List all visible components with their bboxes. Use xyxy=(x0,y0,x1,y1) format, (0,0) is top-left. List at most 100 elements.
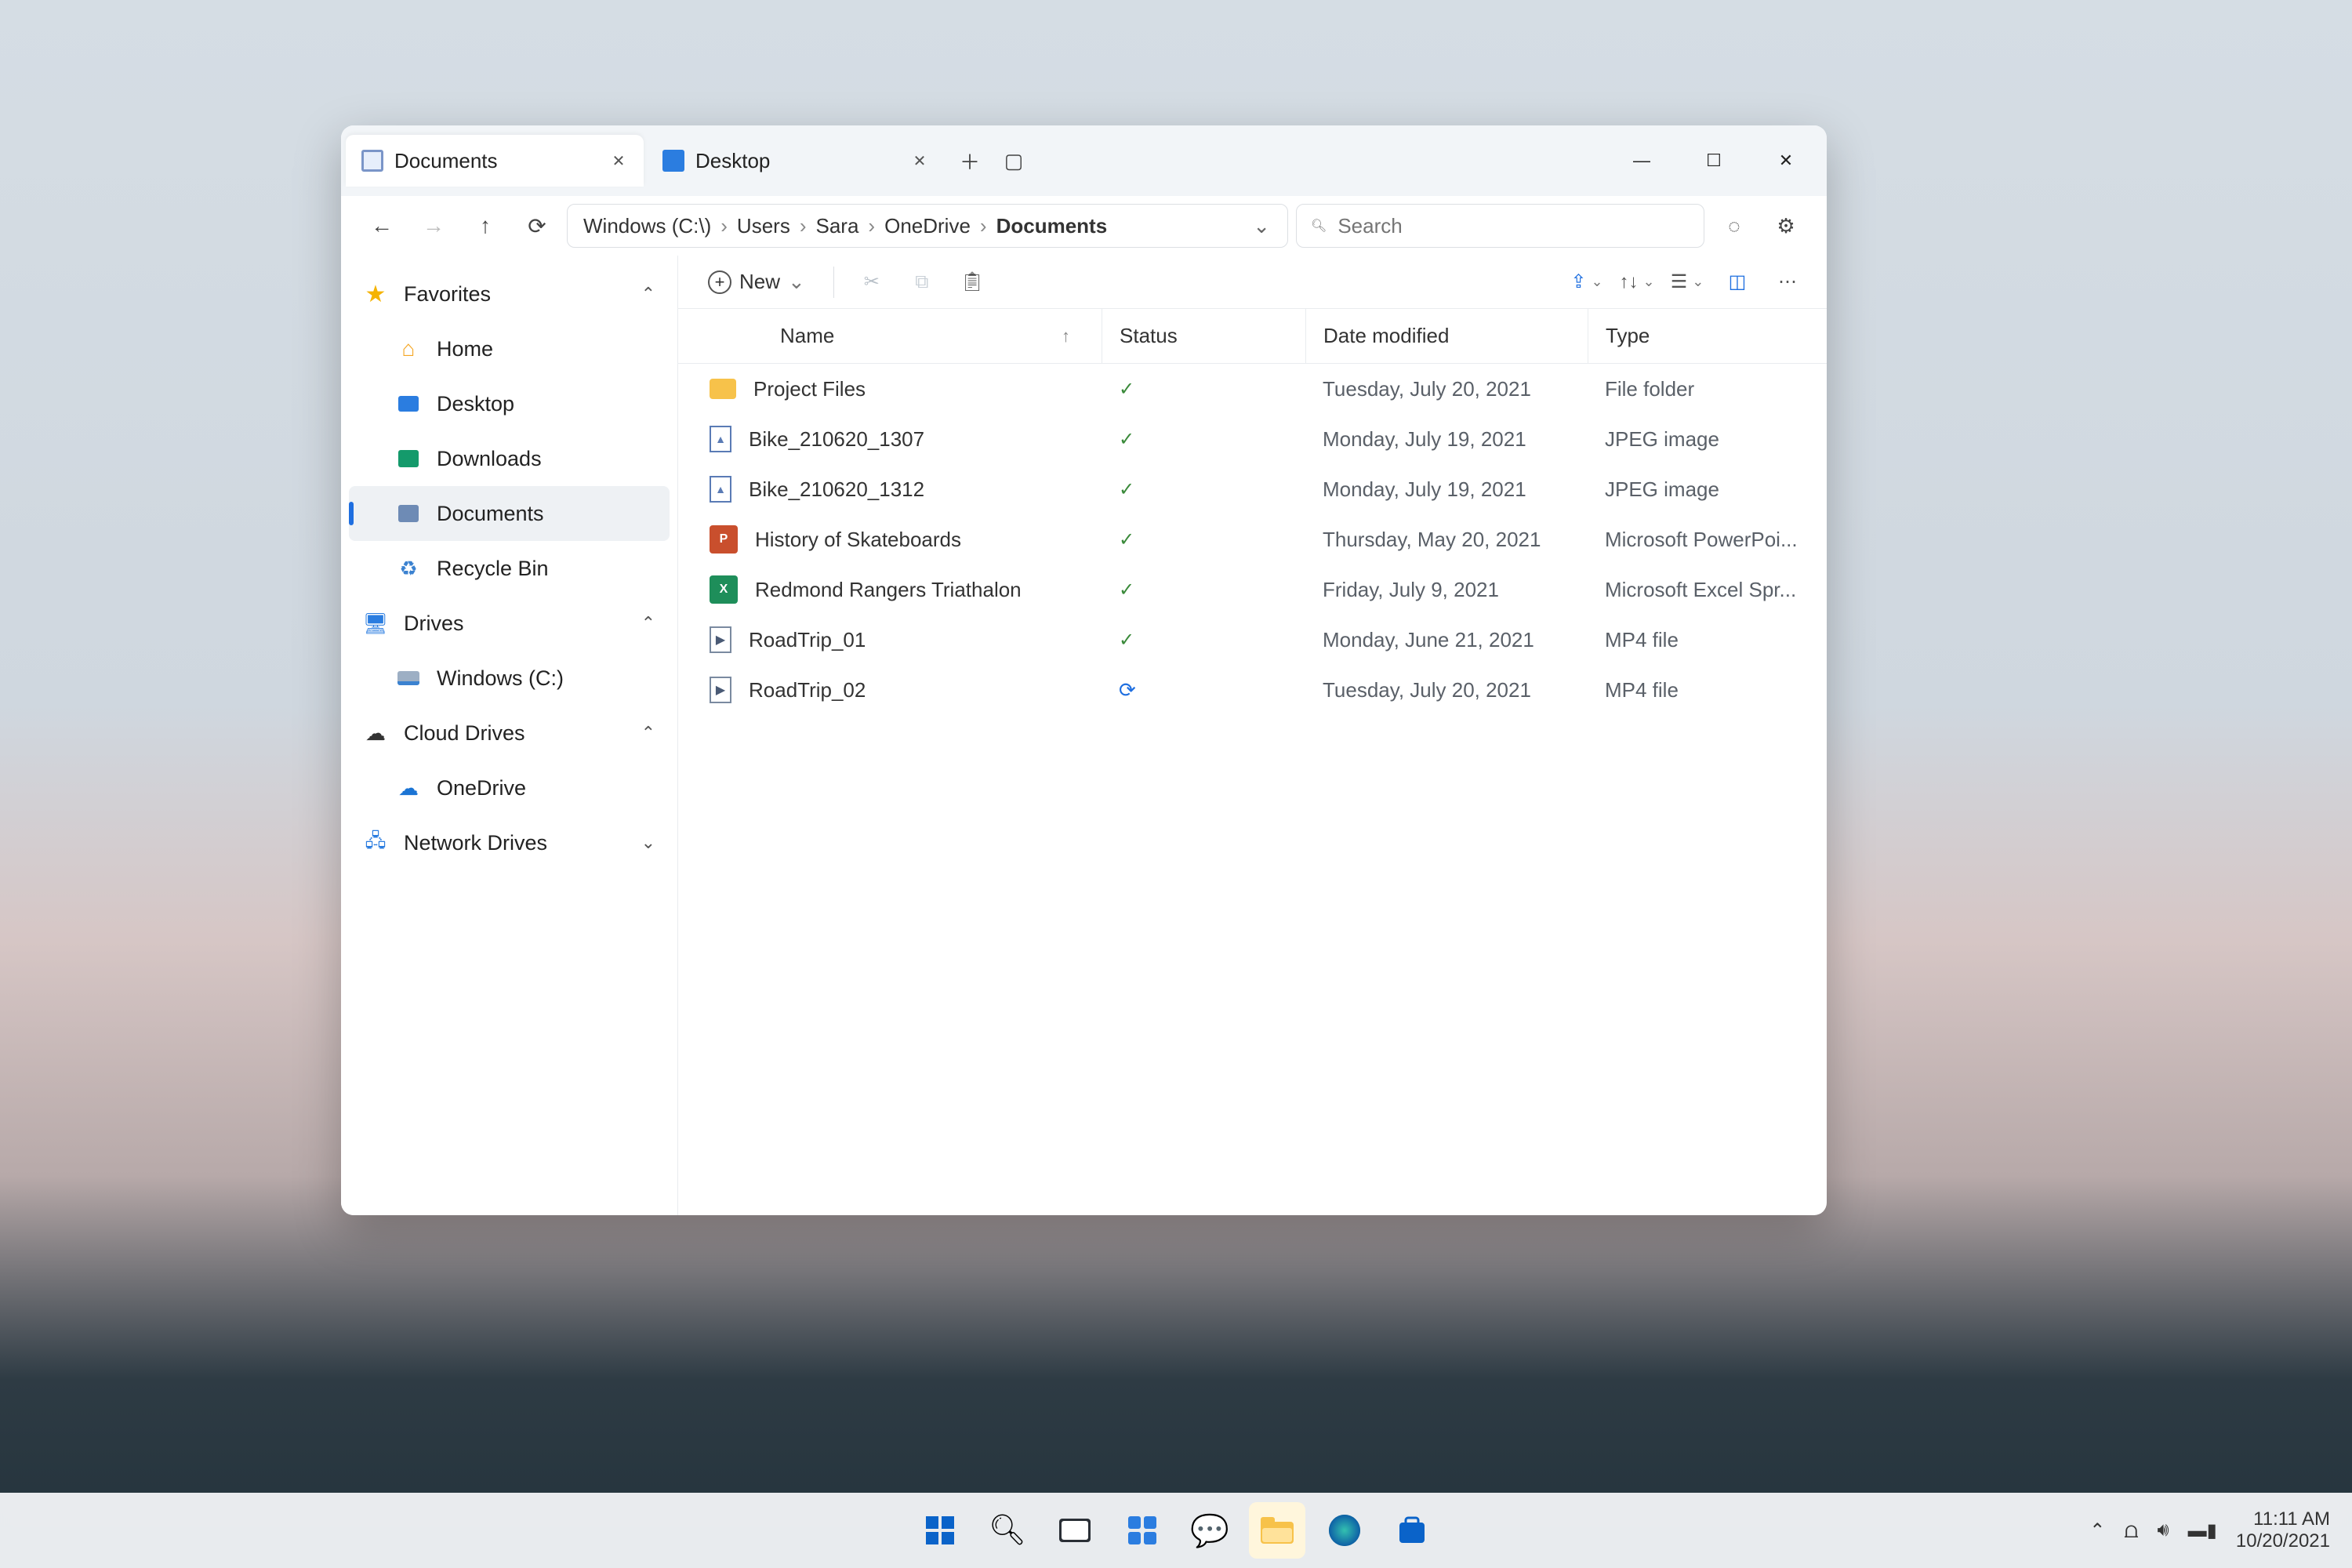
table-row[interactable]: PHistory of Skateboards✓Thursday, May 20… xyxy=(678,514,1827,564)
chat-button[interactable]: 💬 xyxy=(1181,1502,1238,1559)
close-tab-icon[interactable]: ✕ xyxy=(609,151,628,170)
sidebar-item-onedrive[interactable]: ☁ OneDrive xyxy=(349,760,670,815)
column-type[interactable]: Type xyxy=(1588,309,1827,363)
store-button[interactable] xyxy=(1384,1502,1440,1559)
sidebar-item-home[interactable]: ⌂ Home xyxy=(349,321,670,376)
file-type: File folder xyxy=(1588,377,1827,401)
start-button[interactable] xyxy=(912,1502,968,1559)
volume-icon[interactable]: 🔊︎ xyxy=(2158,1519,2169,1541)
desktop-icon xyxy=(662,150,684,172)
breadcrumb-segment[interactable]: OneDrive xyxy=(881,211,974,241)
wifi-icon[interactable]: ⩍ xyxy=(2124,1518,2138,1544)
sidebar-item-documents[interactable]: Documents xyxy=(349,486,670,541)
sidebar-item-downloads[interactable]: Downloads xyxy=(349,431,670,486)
sidebar-item-recycle-bin[interactable]: ♻ Recycle Bin xyxy=(349,541,670,596)
sync-status-icon[interactable]: ◌ xyxy=(1712,204,1756,248)
widgets-button[interactable] xyxy=(1114,1502,1171,1559)
tab-desktop[interactable]: Desktop ✕ xyxy=(647,135,945,187)
task-view-button[interactable] xyxy=(1047,1502,1103,1559)
tray-chevron-icon[interactable]: ⌃ xyxy=(2089,1519,2105,1542)
file-list: Project Files✓Tuesday, July 20, 2021File… xyxy=(678,364,1827,715)
document-icon xyxy=(361,150,383,172)
refresh-button[interactable]: ⟳ xyxy=(515,204,559,248)
settings-icon[interactable]: ⚙ xyxy=(1764,204,1808,248)
chevron-right-icon: › xyxy=(868,214,875,238)
table-row[interactable]: ▲Bike_210620_1312✓Monday, July 19, 2021J… xyxy=(678,464,1827,514)
table-row[interactable]: ▶RoadTrip_02⟳Tuesday, July 20, 2021MP4 f… xyxy=(678,665,1827,715)
share-button[interactable]: ⇪⌄ xyxy=(1566,265,1607,299)
file-date: Tuesday, July 20, 2021 xyxy=(1305,377,1588,401)
up-button[interactable]: ↑ xyxy=(463,204,507,248)
close-window-button[interactable]: ✕ xyxy=(1750,137,1822,184)
sidebar-section-drives[interactable]: 🖥 Drives ⌃ xyxy=(349,596,670,651)
chevron-up-icon[interactable]: ⌃ xyxy=(641,613,655,633)
breadcrumb-segment[interactable]: Sara xyxy=(813,211,862,241)
search-button[interactable]: 🔍︎ xyxy=(979,1502,1036,1559)
minimize-button[interactable]: ― xyxy=(1606,137,1678,184)
sidebar-item-label: Documents xyxy=(437,502,544,526)
file-type: JPEG image xyxy=(1588,427,1827,452)
breadcrumb-segment[interactable]: Windows (C:\) xyxy=(580,211,714,241)
battery-icon[interactable]: ▬▮ xyxy=(2188,1519,2217,1542)
chevron-down-icon[interactable]: ⌄ xyxy=(641,833,655,853)
back-button[interactable]: ← xyxy=(360,204,404,248)
file-icon: ▲ xyxy=(710,476,731,503)
date-label: 10/20/2021 xyxy=(2236,1530,2330,1552)
new-button[interactable]: + New ⌄ xyxy=(697,265,816,299)
sidebar-item-desktop[interactable]: Desktop xyxy=(349,376,670,431)
maximize-button[interactable]: ☐ xyxy=(1678,137,1750,184)
table-row[interactable]: ▲Bike_210620_1307✓Monday, July 19, 2021J… xyxy=(678,414,1827,464)
tab-documents[interactable]: Documents ✕ xyxy=(346,135,644,187)
file-name: Redmond Rangers Triathalon xyxy=(755,578,1022,602)
table-row[interactable]: ▶RoadTrip_01✓Monday, June 21, 2021MP4 fi… xyxy=(678,615,1827,665)
sort-button[interactable]: ↑↓⌄ xyxy=(1617,265,1657,299)
search-input[interactable] xyxy=(1338,214,1690,238)
file-type: JPEG image xyxy=(1588,477,1827,502)
cut-button[interactable]: ✂ xyxy=(851,265,892,299)
file-explorer-button[interactable] xyxy=(1249,1502,1305,1559)
column-status[interactable]: Status xyxy=(1102,309,1305,363)
new-tab-button[interactable]: ＋ xyxy=(948,139,992,183)
table-row[interactable]: Project Files✓Tuesday, July 20, 2021File… xyxy=(678,364,1827,414)
sidebar-item-windows-c[interactable]: Windows (C:) xyxy=(349,651,670,706)
more-button[interactable]: ⋯ xyxy=(1767,265,1808,299)
sidebar-section-favorites[interactable]: ★ Favorites ⌃ xyxy=(349,267,670,321)
chevron-down-icon: ⌄ xyxy=(788,270,805,294)
file-date: Friday, July 9, 2021 xyxy=(1305,578,1588,602)
taskbar[interactable]: 🔍︎ 💬 ⌃ ⩍ 🔊︎ ▬▮ 11:11 AM 10/20/2021 xyxy=(0,1493,2352,1568)
file-date: Thursday, May 20, 2021 xyxy=(1305,528,1588,552)
file-icon: X xyxy=(710,575,738,604)
sidebar-section-network-drives[interactable]: 🖧 Network Drives ⌄ xyxy=(349,815,670,870)
paste-button[interactable]: 📋︎ xyxy=(952,265,993,299)
table-row[interactable]: XRedmond Rangers Triathalon✓Friday, July… xyxy=(678,564,1827,615)
forward-button[interactable]: → xyxy=(412,204,456,248)
sidebar-section-cloud-drives[interactable]: ☁ Cloud Drives ⌃ xyxy=(349,706,670,760)
home-icon: ⌂ xyxy=(396,336,421,361)
close-tab-icon[interactable]: ✕ xyxy=(910,151,929,170)
sidebar-item-label: Downloads xyxy=(437,447,542,471)
chevron-up-icon[interactable]: ⌃ xyxy=(641,284,655,304)
column-date[interactable]: Date modified xyxy=(1305,309,1588,363)
documents-icon xyxy=(396,501,421,526)
clock[interactable]: 11:11 AM 10/20/2021 xyxy=(2236,1508,2330,1552)
address-bar[interactable]: Windows (C:\)› Users› Sara› OneDrive› Do… xyxy=(567,204,1288,248)
file-name: RoadTrip_01 xyxy=(749,628,866,652)
details-pane-button[interactable]: ◫ xyxy=(1717,265,1758,299)
chevron-up-icon[interactable]: ⌃ xyxy=(641,723,655,743)
sidebar: ★ Favorites ⌃ ⌂ Home Desktop Downloads D… xyxy=(341,256,678,1215)
nav-row: ← → ↑ ⟳ Windows (C:\)› Users› Sara› OneD… xyxy=(341,196,1827,256)
star-icon: ★ xyxy=(363,281,388,307)
recycle-icon: ♻ xyxy=(396,556,421,581)
tab-overview-button[interactable]: ▢ xyxy=(992,139,1036,183)
copy-button[interactable]: ⧉ xyxy=(902,265,942,299)
column-name[interactable]: Name↑ xyxy=(710,309,1102,363)
desktop-icon xyxy=(396,391,421,416)
view-button[interactable]: ☰⌄ xyxy=(1667,265,1708,299)
sidebar-section-label: Cloud Drives xyxy=(404,721,525,746)
edge-button[interactable] xyxy=(1316,1502,1373,1559)
breadcrumb-segment[interactable]: Users xyxy=(734,211,793,241)
plus-icon: + xyxy=(708,270,731,294)
search-box[interactable]: 🔍︎ xyxy=(1296,204,1704,248)
breadcrumb-current[interactable]: Documents xyxy=(993,211,1111,241)
address-dropdown-icon[interactable]: ⌄ xyxy=(1248,214,1275,238)
